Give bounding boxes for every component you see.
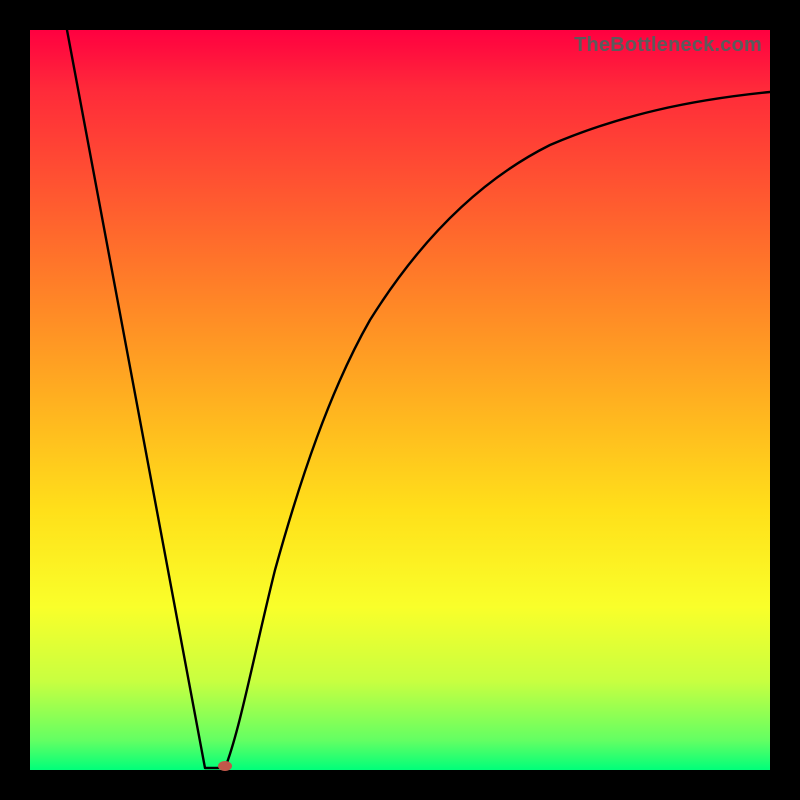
curve-layer (30, 30, 770, 770)
minimum-marker (218, 761, 232, 771)
chart-frame: TheBottleneck.com (0, 0, 800, 800)
bottleneck-curve (67, 30, 770, 768)
plot-area: TheBottleneck.com (30, 30, 770, 770)
